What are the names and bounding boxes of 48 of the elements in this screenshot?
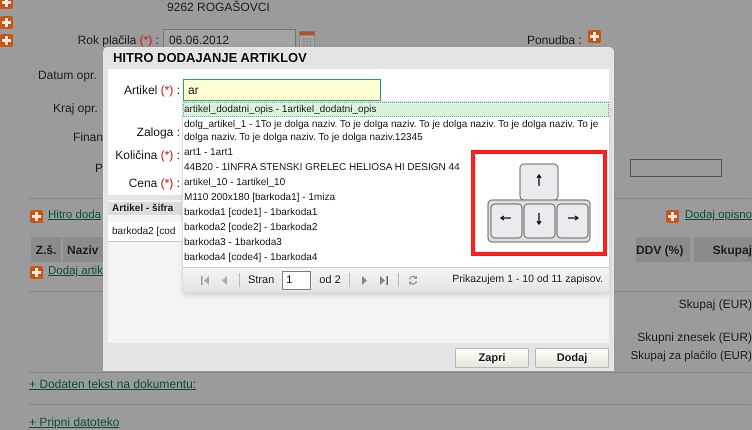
column-header: Skupaj: [694, 237, 752, 262]
page-field[interactable]: 1: [282, 270, 312, 290]
page-label: Stran: [248, 272, 274, 288]
field-label: P: [95, 160, 104, 177]
field-label: Datum opr.: [38, 67, 97, 84]
column-header: Artikel - šifra: [108, 202, 182, 215]
suggestion-item[interactable]: barkoda4 [code4] - 1barkoda4: [183, 250, 320, 265]
pager-summary: Prikazujem 1 - 10 od 11 zapisov.: [452, 272, 603, 288]
field-label: Kraj opr.: [53, 100, 98, 117]
refresh-button[interactable]: [406, 274, 419, 286]
calendar-icon: [299, 31, 315, 49]
address-text: 9262 ROGAŠOVCI: [167, 0, 270, 16]
field-label: Cena (*) :: [128, 175, 180, 192]
field-label: Artikel (*) :: [122, 82, 180, 99]
total-label: Skupni znesek (EUR): [637, 329, 752, 346]
column-header: DDV (%): [636, 237, 690, 262]
text-field[interactable]: [630, 159, 722, 177]
suggestion-item[interactable]: artikel_dodatni_opis - 1artikel_dodatni_opis: [183, 102, 609, 117]
first-page-button[interactable]: [199, 274, 211, 286]
total-label: Skupaj za plačilo (EUR): [630, 349, 752, 364]
plus-icon: [30, 266, 43, 278]
plus-icon: [30, 210, 43, 222]
plus-icon: [0, 34, 13, 47]
offer-label: Ponudba :: [527, 32, 582, 49]
suggestion-item[interactable]: artikel_10 - 1artikel_10: [183, 175, 288, 190]
dialog-button[interactable]: Zapri: [455, 348, 529, 368]
field-label: Količina (*) :: [114, 147, 180, 164]
column-header: Z.š.: [31, 237, 61, 262]
suggestion-item[interactable]: barkoda1 [code1] - 1barkoda1: [183, 205, 320, 220]
plus-icon: [588, 30, 601, 42]
field-label: Rok plačila (*) :: [76, 32, 160, 49]
suggestion-item[interactable]: art1 - 1art1: [183, 145, 236, 160]
column-header: Naziv: [63, 237, 103, 262]
suggestion-item[interactable]: M110 200x180 [barkoda1] - 1miza: [183, 190, 338, 205]
article-field[interactable]: ar: [183, 79, 381, 101]
page-count: od 2: [319, 272, 341, 288]
field-label: Finan: [73, 129, 104, 146]
suggestion-item[interactable]: barkoda2 [code2] - 1barkoda2: [183, 220, 320, 235]
plus-icon: [666, 210, 679, 222]
dialog-title: HITRO DODAJANJE ARTIKLOV: [112, 49, 308, 68]
dialog-button[interactable]: Dodaj: [535, 348, 609, 368]
field-label: Zaloga :: [136, 124, 180, 141]
suggestion-item[interactable]: 44B20 - 1INFRA STENSKI GRELEC HELIOSA HI DESIGN 44: [183, 160, 463, 175]
last-page-button[interactable]: [378, 274, 390, 286]
table-cell: barkoda2 [cod: [108, 222, 182, 242]
plus-icon: [0, 16, 13, 28]
total-label: Skupaj (EUR): [678, 296, 752, 313]
suggestion-item[interactable]: barkoda3 - 1barkoda3: [183, 235, 285, 250]
